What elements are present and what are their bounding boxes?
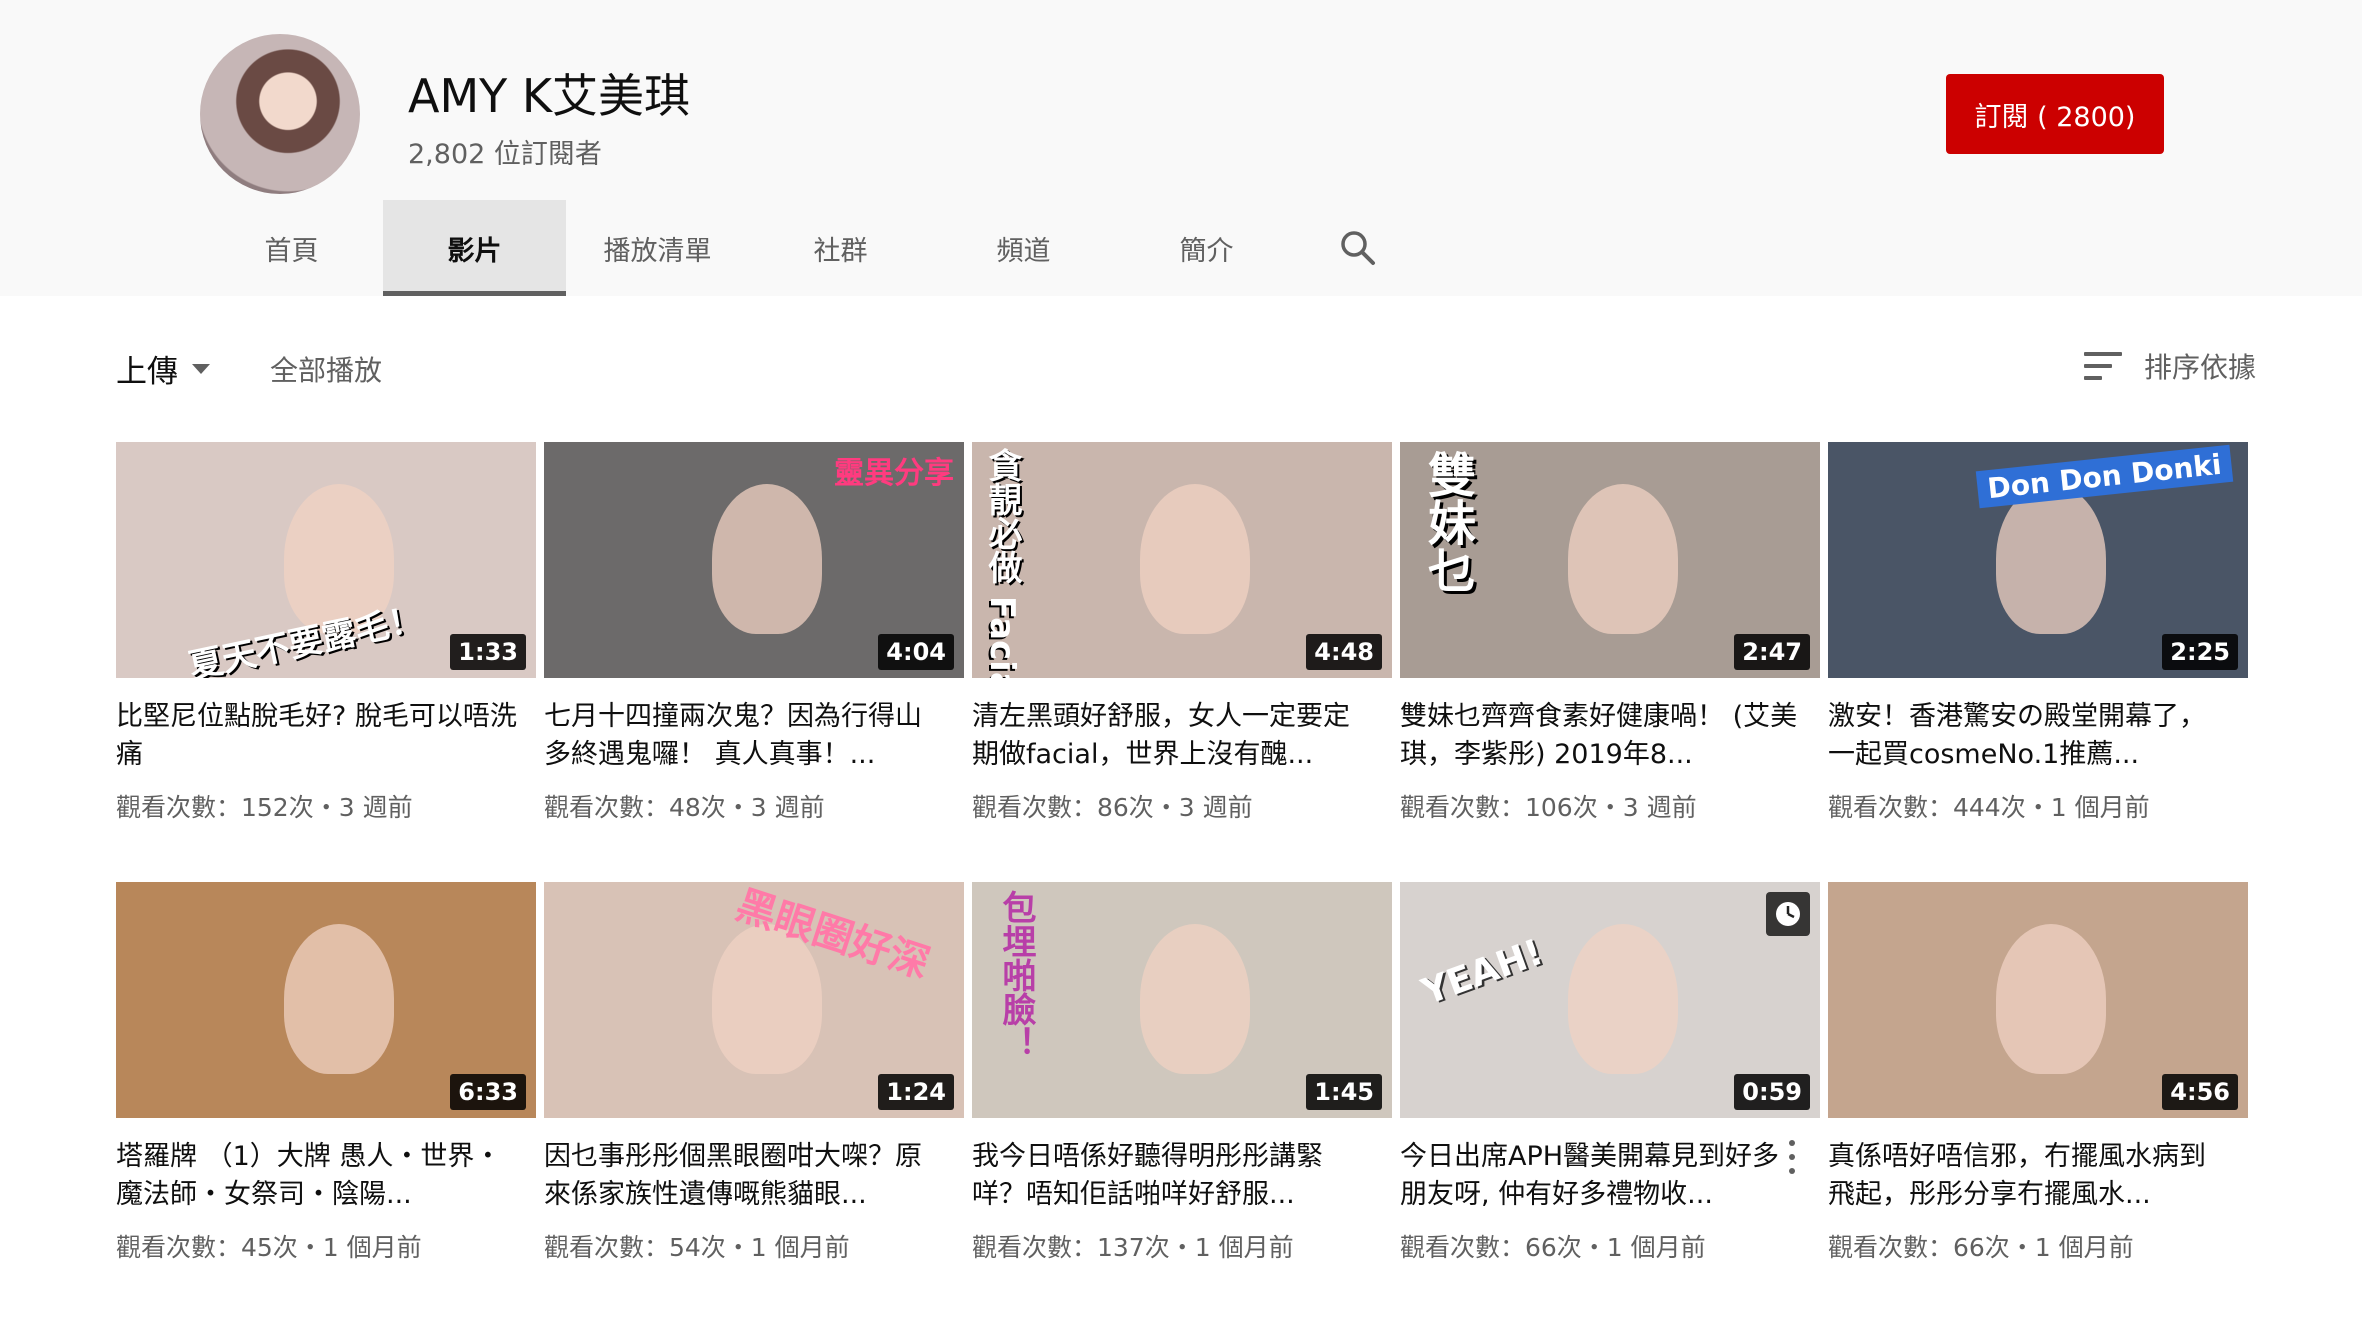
sort-icon xyxy=(2083,352,2122,380)
video-thumbnail[interactable]: 6:33 xyxy=(116,882,536,1118)
video-duration: 6:33 xyxy=(450,1074,526,1110)
video-thumbnail[interactable]: 貪靚必做 Facial 4:48 xyxy=(972,442,1392,678)
thumbnail-caption: YEAH! xyxy=(1416,931,1549,1014)
video-title[interactable]: 比堅尼位點脫毛好? 脫毛可以唔洗痛 xyxy=(116,698,536,774)
video-duration: 4:04 xyxy=(878,634,954,670)
thumbnail-figure xyxy=(712,484,822,635)
video-card[interactable]: 靈異分享 4:04 七月十四撞兩次鬼？因為行得山多終遇鬼囉！ 真人真事！... 觀看次… xyxy=(544,442,964,882)
video-thumbnail[interactable]: 4:56 xyxy=(1828,882,2248,1118)
video-title[interactable]: 七月十四撞兩次鬼？因為行得山多終遇鬼囉！ 真人真事！... xyxy=(544,698,964,774)
video-duration: 0:59 xyxy=(1734,1074,1810,1110)
video-title[interactable]: 真係唔好唔信邪，冇擺風水病到飛起，彤彤分享冇擺風水... xyxy=(1828,1138,2248,1214)
video-meta: 觀看次數：48次・3 週前 xyxy=(544,793,825,822)
video-meta: 觀看次數：54次・1 個月前 xyxy=(544,1233,850,1262)
thumbnail-figure xyxy=(1568,484,1678,635)
tab-about[interactable]: 簡介 xyxy=(1115,200,1298,296)
video-thumbnail[interactable]: 黑眼圈好深 1:24 xyxy=(544,882,964,1118)
video-duration: 4:48 xyxy=(1306,634,1382,670)
video-card[interactable]: 雙妹乜 2:47 雙妹乜齊齊食素好健康喎！ (艾美琪，李紫彤) 2019年8... 觀… xyxy=(1400,442,1820,882)
video-meta: 觀看次數：66次・1 個月前 xyxy=(1828,1233,2134,1262)
video-card[interactable]: 貪靚必做 Facial 4:48 清左黑頭好舒服，女人一定要定期做facial，世界… xyxy=(972,442,1392,882)
thumbnail-caption: 雙妹乜 xyxy=(1419,450,1475,594)
video-card[interactable]: YEAH! 0:59 今日出席APH醫美開幕見到好多朋友呀, 仲有好多禮物收... 觀… xyxy=(1400,882,1820,1322)
more-options-icon[interactable] xyxy=(1787,1140,1797,1174)
video-thumbnail[interactable]: YEAH! 0:59 xyxy=(1400,882,1820,1118)
video-thumbnail[interactable]: 包埋啪臉！ 1:45 xyxy=(972,882,1392,1118)
video-title[interactable]: 因乜事彤彤個黑眼圈咁大㗎？原來係家族性遺傳嘅熊貓眼... xyxy=(544,1138,964,1214)
caret-down-icon xyxy=(192,363,210,374)
video-card[interactable]: 夏天不要露毛！ 1:33 比堅尼位點脫毛好? 脫毛可以唔洗痛觀看次數：152次・3 … xyxy=(116,442,536,882)
play-all-button[interactable]: 全部播放 xyxy=(270,349,382,389)
video-card[interactable]: 黑眼圈好深 1:24 因乜事彤彤個黑眼圈咁大㗎？原來係家族性遺傳嘅熊貓眼... 觀看次… xyxy=(544,882,964,1322)
tab-home[interactable]: 首頁 xyxy=(200,200,383,296)
thumbnail-caption: 貪靚必做 Facial xyxy=(982,448,1022,678)
thumbnail-caption: 包埋啪臉！ xyxy=(996,890,1036,1060)
video-card[interactable]: Don Don Donki 2:25 激安！香港驚安の殿堂開幕了，一起買cosmeN… xyxy=(1828,442,2248,882)
video-meta: 觀看次數：137次・1 個月前 xyxy=(972,1233,1294,1262)
sort-button[interactable]: 排序依據 xyxy=(2083,346,2256,386)
video-duration: 1:33 xyxy=(450,634,526,670)
channel-name: AMY K艾美琪 xyxy=(408,69,691,123)
thumbnail-figure xyxy=(1140,484,1250,635)
video-meta: 觀看次數：152次・3 週前 xyxy=(116,793,413,822)
sort-label: 排序依據 xyxy=(2143,351,2256,384)
video-duration: 4:56 xyxy=(2162,1074,2238,1110)
channel-avatar[interactable] xyxy=(200,34,360,194)
video-meta: 觀看次數：444次・1 個月前 xyxy=(1828,793,2150,822)
video-toolbar: 上傳 全部播放 xyxy=(116,346,382,391)
video-title[interactable]: 塔羅牌 （1）大牌 愚人・世界・魔法師・女祭司・陰陽... xyxy=(116,1138,536,1214)
video-duration: 1:45 xyxy=(1306,1074,1382,1110)
search-icon[interactable] xyxy=(1298,200,1418,296)
video-title[interactable]: 激安！香港驚安の殿堂開幕了，一起買cosmeNo.1推薦... xyxy=(1828,698,2248,774)
thumbnail-caption: 靈異分享 xyxy=(834,456,954,491)
video-title[interactable]: 我今日唔係好聽得明彤彤講緊咩？唔知佢話啪咩好舒服... xyxy=(972,1138,1392,1214)
video-card[interactable]: 包埋啪臉！ 1:45 我今日唔係好聽得明彤彤講緊咩？唔知佢話啪咩好舒服... 觀看次數… xyxy=(972,882,1392,1322)
watch-later-icon[interactable] xyxy=(1766,892,1810,936)
video-meta: 觀看次數：45次・1 個月前 xyxy=(116,1233,422,1262)
tab-playlists[interactable]: 播放清單 xyxy=(566,200,749,296)
channel-tabs: 首頁 影片 播放清單 社群 頻道 簡介 xyxy=(200,200,1418,296)
video-card[interactable]: 4:56 真係唔好唔信邪，冇擺風水病到飛起，彤彤分享冇擺風水... 觀看次數：66次… xyxy=(1828,882,2248,1322)
subscriber-count: 2,802 位訂閱者 xyxy=(408,139,602,170)
video-duration: 1:24 xyxy=(878,1074,954,1110)
thumbnail-figure xyxy=(1996,924,2106,1075)
thumbnail-figure xyxy=(1996,484,2106,635)
video-duration: 2:47 xyxy=(1734,634,1810,670)
video-thumbnail[interactable]: 夏天不要露毛！ 1:33 xyxy=(116,442,536,678)
thumbnail-figure xyxy=(1140,924,1250,1075)
uploads-label: 上傳 xyxy=(116,354,178,390)
video-card[interactable]: 6:33 塔羅牌 （1）大牌 愚人・世界・魔法師・女祭司・陰陽... 觀看次數：45… xyxy=(116,882,536,1322)
video-title[interactable]: 雙妹乜齊齊食素好健康喎！ (艾美琪，李紫彤) 2019年8... xyxy=(1400,698,1820,774)
tab-videos[interactable]: 影片 xyxy=(383,200,566,296)
thumbnail-figure xyxy=(284,924,394,1075)
subscribe-button[interactable]: 訂閱 ( 2800) xyxy=(1946,74,2164,154)
video-meta: 觀看次數：106次・3 週前 xyxy=(1400,793,1697,822)
video-title[interactable]: 清左黑頭好舒服，女人一定要定期做facial，世界上沒有醜... xyxy=(972,698,1392,774)
video-thumbnail[interactable]: 雙妹乜 2:47 xyxy=(1400,442,1820,678)
uploads-dropdown[interactable]: 上傳 xyxy=(116,346,210,391)
tab-community[interactable]: 社群 xyxy=(749,200,932,296)
channel-header: AMY K艾美琪 2,802 位訂閱者 訂閱 ( 2800) 首頁 影片 播放清… xyxy=(0,0,2362,296)
video-grid: 夏天不要露毛！ 1:33 比堅尼位點脫毛好? 脫毛可以唔洗痛觀看次數：152次・3 … xyxy=(116,442,2248,1322)
video-duration: 2:25 xyxy=(2162,634,2238,670)
video-title[interactable]: 今日出席APH醫美開幕見到好多朋友呀, 仲有好多禮物收... xyxy=(1400,1138,1820,1214)
video-thumbnail[interactable]: 靈異分享 4:04 xyxy=(544,442,964,678)
thumbnail-figure xyxy=(1568,924,1678,1075)
tab-channels[interactable]: 頻道 xyxy=(932,200,1115,296)
video-thumbnail[interactable]: Don Don Donki 2:25 xyxy=(1828,442,2248,678)
thumbnail-caption: Don Don Donki xyxy=(1975,444,2234,509)
video-meta: 觀看次數：66次・1 個月前 xyxy=(1400,1233,1706,1262)
video-meta: 觀看次數：86次・3 週前 xyxy=(972,793,1253,822)
